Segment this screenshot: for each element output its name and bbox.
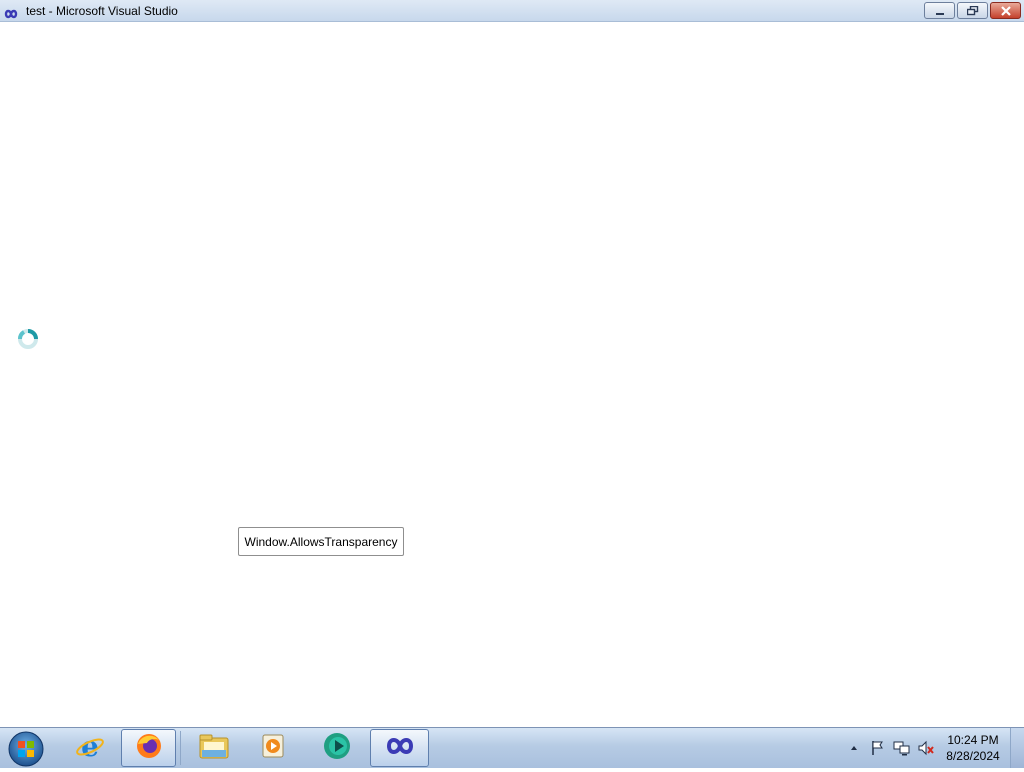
visual-studio-icon (2, 5, 20, 18)
close-button[interactable] (990, 2, 1021, 19)
start-button[interactable] (6, 730, 46, 768)
taskbar-media-player[interactable] (245, 729, 300, 767)
windows-start-orb-icon (6, 731, 46, 772)
volume-muted-icon[interactable] (916, 738, 936, 758)
internet-explorer-icon: e (75, 730, 105, 765)
file-explorer-icon (198, 732, 230, 764)
restore-button[interactable] (957, 2, 988, 19)
firefox-icon (135, 732, 163, 764)
window-content-area: Window.AllowsTransparency (0, 22, 1024, 727)
taskbar: e 10:24 PM 8/28/2024 (0, 727, 1024, 768)
system-tray: 10:24 PM 8/28/2024 (844, 728, 1024, 768)
svg-text:e: e (81, 731, 99, 761)
network-icon[interactable] (892, 738, 912, 758)
visual-studio-icon (383, 735, 417, 761)
taskbar-clock[interactable]: 10:24 PM 8/28/2024 (940, 732, 1006, 764)
taskbar-visual-studio[interactable] (370, 729, 429, 767)
minimize-button[interactable] (924, 2, 955, 19)
clock-time: 10:24 PM (947, 733, 999, 747)
busy-spinner-icon (17, 328, 39, 350)
taskbar-firefox[interactable] (121, 729, 176, 767)
minimize-icon (935, 1, 945, 20)
media-player-icon (259, 732, 287, 764)
close-icon (1000, 1, 1012, 20)
action-center-flag-icon[interactable] (868, 738, 888, 758)
taskbar-internet-explorer[interactable]: e (62, 729, 117, 767)
caption-buttons (924, 2, 1021, 19)
clock-date: 8/28/2024 (946, 749, 1000, 763)
teal-app-icon (321, 731, 353, 765)
restore-icon (966, 1, 979, 20)
window-title: test - Microsoft Visual Studio (26, 3, 178, 18)
taskbar-separator (180, 731, 181, 765)
allows-transparency-button[interactable]: Window.AllowsTransparency (238, 527, 404, 556)
window-titlebar[interactable]: test - Microsoft Visual Studio (0, 0, 1024, 22)
taskbar-file-explorer[interactable] (186, 729, 241, 767)
taskbar-teal-app[interactable] (309, 729, 364, 767)
show-hidden-icons-arrow-icon[interactable] (844, 738, 864, 758)
show-desktop-button[interactable] (1010, 728, 1024, 768)
